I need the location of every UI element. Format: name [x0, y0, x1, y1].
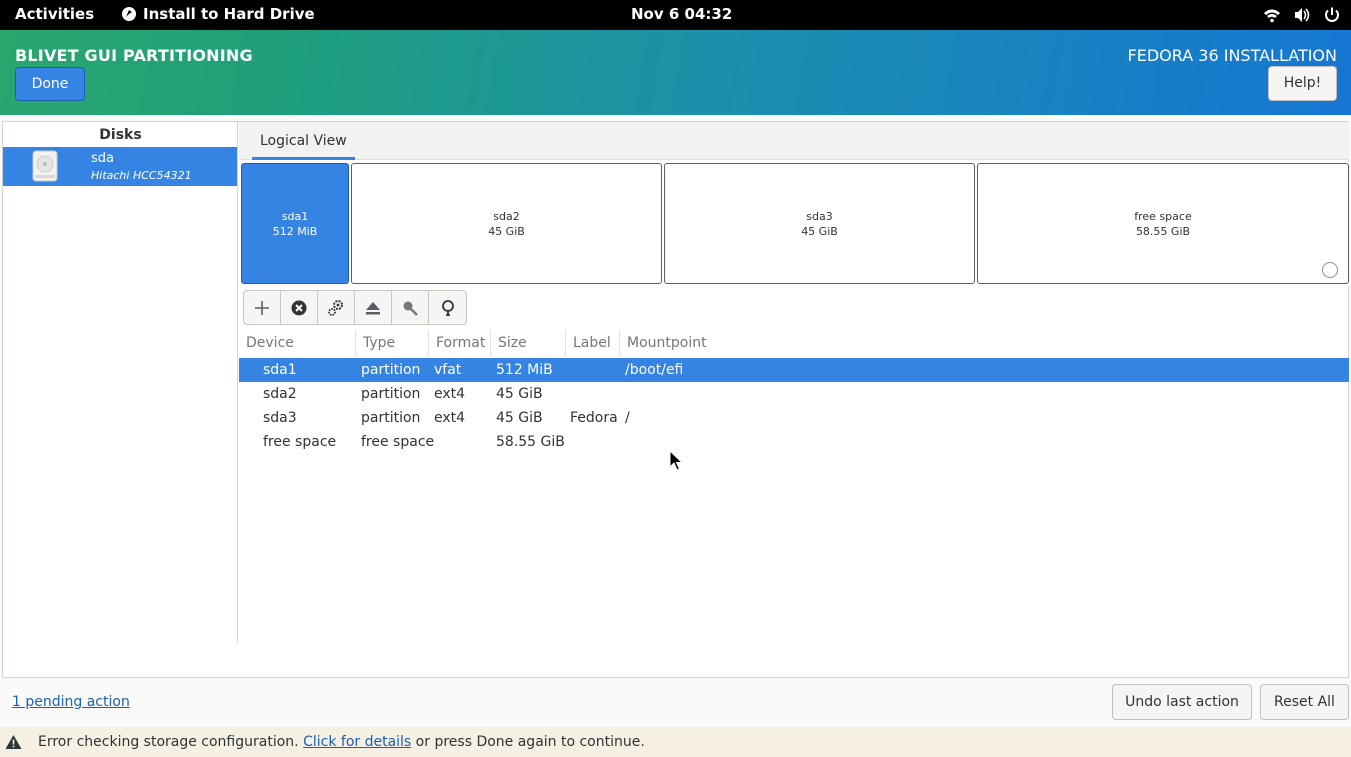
disk-model: Hitachi HCC54321 — [91, 169, 192, 182]
status-message: Error checking storage configuration. Cl… — [38, 734, 645, 750]
partition-block-size: 512 MiB — [272, 225, 318, 238]
partition-block-free-space[interactable]: free space 58.55 GiB — [977, 163, 1349, 284]
help-button[interactable]: Help! — [1268, 66, 1337, 101]
disk-item-sda[interactable]: sda Hitachi HCC54321 — [3, 147, 237, 186]
column-header-size[interactable]: Size — [491, 330, 566, 356]
partitioning-main-panel: Disks sda Hitachi HCC54321 Logical View … — [2, 121, 1349, 678]
activities-button[interactable]: Activities — [15, 5, 94, 23]
add-icon — [255, 300, 269, 315]
eject-icon — [366, 301, 380, 314]
partition-block-size: 45 GiB — [488, 225, 525, 238]
status-text-pre: Error checking storage configuration. — [38, 734, 304, 750]
warning-icon — [5, 735, 22, 749]
configure-button[interactable] — [318, 291, 355, 324]
partition-block-size: 45 GiB — [801, 225, 838, 238]
mouse-cursor-icon — [669, 450, 683, 471]
cell-size: 45 GiB — [496, 386, 543, 402]
installation-title: FEDORA 36 INSTALLATION — [1127, 46, 1337, 65]
cell-size: 512 MiB — [496, 362, 553, 378]
cell-type: partition — [361, 386, 421, 402]
wifi-icon[interactable] — [1263, 6, 1281, 24]
cell-type: partition — [361, 410, 421, 426]
undo-last-action-button[interactable]: Undo last action — [1112, 684, 1252, 720]
column-header-format[interactable]: Format — [429, 330, 491, 356]
partition-block-name: free space — [1134, 210, 1192, 223]
device-toolbar — [243, 290, 467, 325]
cell-device: free space — [263, 434, 337, 450]
clock[interactable]: Nov 6 04:32 — [631, 5, 732, 23]
cell-format: vfat — [434, 362, 462, 378]
cell-size: 45 GiB — [496, 410, 543, 426]
table-row-sda2[interactable]: sda2 partition ext4 45 GiB — [239, 382, 1349, 406]
partition-block-name: sda3 — [806, 210, 833, 223]
cell-type: partition — [361, 362, 421, 378]
column-header-device[interactable]: Device — [239, 330, 356, 356]
disks-sidebar: Disks sda Hitachi HCC54321 — [3, 122, 238, 643]
delete-icon — [291, 300, 307, 315]
cell-format: ext4 — [434, 410, 466, 426]
cell-label: Fedora — [570, 410, 618, 426]
done-button[interactable]: Done — [15, 67, 85, 101]
status-text-post: or press Done again to continue. — [411, 734, 645, 750]
tab-logical-view[interactable]: Logical View — [252, 122, 355, 160]
reset-all-button[interactable]: Reset All — [1260, 684, 1349, 720]
cell-device: sda3 — [263, 410, 297, 426]
unmount-button[interactable] — [355, 291, 392, 324]
info-button[interactable] — [429, 291, 466, 324]
partition-block-name: sda1 — [281, 210, 309, 223]
cell-type: free space — [361, 434, 435, 450]
configure-icon — [328, 299, 343, 316]
system-tray[interactable] — [1263, 6, 1341, 24]
gnome-top-bar: Activities Install to Hard Drive Nov 6 0… — [0, 0, 1351, 30]
free-space-radio[interactable] — [1322, 262, 1338, 278]
partition-visualization: sda1 512 MiB sda2 45 GiB sda3 45 GiB fre… — [239, 162, 1349, 286]
column-header-mountpoint[interactable]: Mountpoint — [620, 330, 1349, 356]
view-tabs: Logical View — [239, 122, 1349, 160]
anaconda-app-icon — [122, 7, 136, 21]
pending-actions-link[interactable]: 1 pending action — [12, 694, 130, 710]
cell-mountpoint: /boot/efi — [625, 362, 684, 378]
partition-block-sda2[interactable]: sda2 45 GiB — [351, 163, 662, 284]
volume-icon[interactable] — [1293, 6, 1311, 24]
cell-device: sda1 — [263, 362, 297, 378]
cell-mountpoint: / — [625, 410, 630, 426]
partition-block-name: sda2 — [493, 210, 520, 223]
column-header-type[interactable]: Type — [356, 330, 429, 356]
click-for-details-link[interactable]: Click for details — [303, 734, 411, 750]
app-menu[interactable]: Install to Hard Drive — [121, 5, 315, 23]
add-button[interactable] — [244, 291, 281, 324]
cell-device: sda2 — [263, 386, 297, 402]
lightbulb-icon — [441, 299, 454, 316]
cell-size: 58.55 GiB — [496, 434, 565, 450]
spoke-title: BLIVET GUI PARTITIONING — [15, 46, 253, 65]
device-content: Logical View sda1 512 MiB sda2 45 GiB sd… — [239, 122, 1349, 643]
partition-block-size: 58.55 GiB — [1135, 225, 1191, 238]
decrypt-button[interactable] — [392, 291, 429, 324]
app-name: Install to Hard Drive — [143, 5, 315, 23]
column-header-label[interactable]: Label — [566, 330, 620, 356]
hard-disk-icon — [32, 150, 58, 182]
status-bar: Error checking storage configuration. Cl… — [0, 727, 1351, 757]
spoke-header: BLIVET GUI PARTITIONING FEDORA 36 INSTAL… — [0, 30, 1351, 115]
disk-name: sda — [91, 151, 114, 166]
partition-block-sda3[interactable]: sda3 45 GiB — [664, 163, 975, 284]
key-icon — [403, 301, 418, 316]
partition-block-sda1[interactable]: sda1 512 MiB — [241, 163, 349, 284]
table-row-free-space[interactable]: free space free space 58.55 GiB — [239, 430, 1349, 454]
cell-format: ext4 — [434, 386, 466, 402]
disks-title: Disks — [99, 127, 142, 143]
power-icon[interactable] — [1323, 6, 1341, 24]
table-row-sda3[interactable]: sda3 partition ext4 45 GiB Fedora / — [239, 406, 1349, 430]
delete-button[interactable] — [281, 291, 318, 324]
table-row-sda1[interactable]: sda1 partition vfat 512 MiB /boot/efi — [239, 358, 1349, 382]
